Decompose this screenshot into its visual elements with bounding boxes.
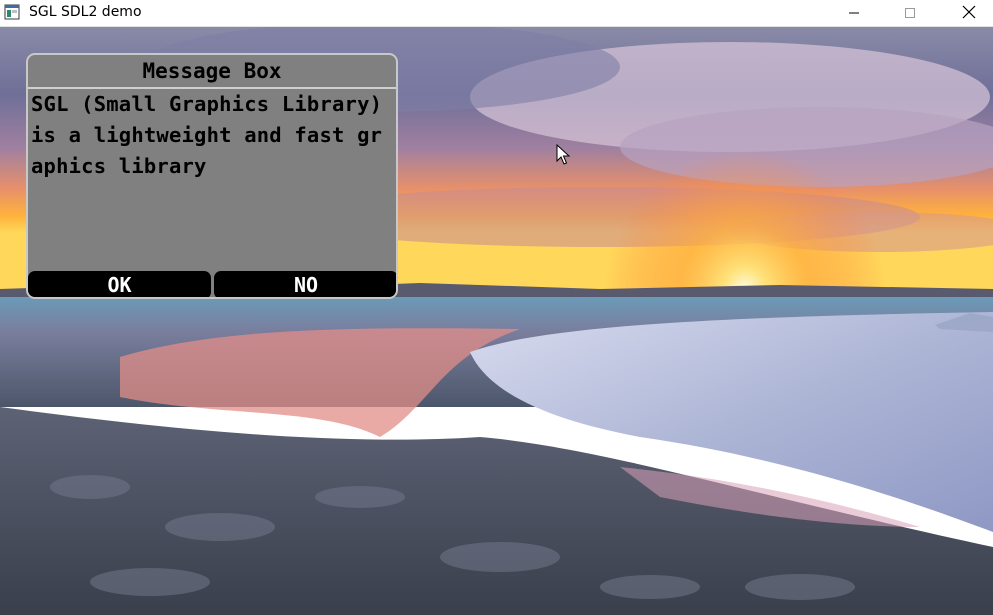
app-window: SGL SDL2 demo Message Box SGL (Small Gra… xyxy=(0,0,993,615)
no-button[interactable]: NO xyxy=(214,271,396,297)
maximize-button[interactable] xyxy=(887,0,933,26)
close-button[interactable] xyxy=(946,0,992,26)
maximize-icon xyxy=(904,4,916,23)
message-box: Message Box SGL (Small Graphics Library)… xyxy=(26,53,398,299)
minimize-button[interactable] xyxy=(831,0,877,26)
mouse-pointer-icon xyxy=(556,143,571,166)
title-bar[interactable]: SGL SDL2 demo xyxy=(0,0,993,27)
ok-button[interactable]: OK xyxy=(28,271,211,297)
window-icon xyxy=(4,4,20,20)
message-box-text: SGL (Small Graphics Library) is a lightw… xyxy=(31,92,383,178)
window-title: SGL SDL2 demo xyxy=(29,4,142,20)
close-icon xyxy=(962,4,976,23)
message-box-title: Message Box xyxy=(142,59,282,83)
minimize-icon xyxy=(848,4,860,23)
